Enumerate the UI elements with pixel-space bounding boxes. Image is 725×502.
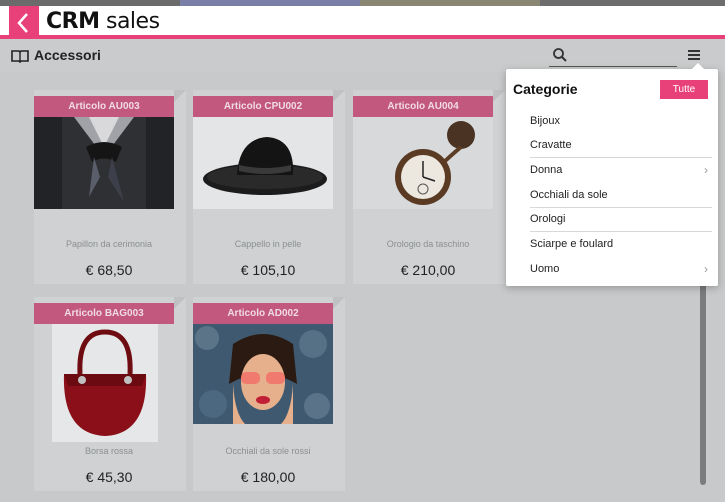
product-card[interactable]: Articolo AU003 Papillon da cerimonia € 6… — [34, 90, 186, 284]
category-label: Occhiali da sole — [530, 189, 608, 201]
category-item-sciarpe-e-foulard[interactable]: Sciarpe e foulard — [530, 232, 712, 257]
product-card[interactable]: Articolo BAG003 Borsa rossa € 45,30 — [34, 297, 186, 491]
product-name: Papillon da cerimonia — [65, 239, 153, 249]
product-code: Articolo BAG003 — [34, 303, 174, 324]
categories-popup: Categorie Tutte Bijoux Cravatte Donna › … — [506, 63, 718, 286]
app-title-bold: CRM — [46, 9, 100, 34]
product-price: € 210,00 — [400, 262, 456, 278]
category-item-bijoux[interactable]: Bijoux — [530, 109, 712, 134]
product-name: Cappello in pelle — [234, 239, 302, 249]
app-header: CRM sales — [0, 6, 725, 39]
product-image — [193, 117, 333, 209]
product-image — [353, 117, 493, 209]
category-item-orologi[interactable]: Orologi — [530, 207, 712, 232]
category-label: Cravatte — [530, 139, 572, 151]
category-label: Sciarpe e foulard — [530, 238, 614, 250]
product-card[interactable]: Articolo AD002 Occhiali da sole rossi € … — [193, 297, 345, 491]
category-label: Orologi — [530, 213, 566, 225]
category-item-cravatte[interactable]: Cravatte — [530, 133, 712, 158]
product-image — [193, 324, 333, 424]
chevron-left-icon — [17, 13, 28, 33]
product-image — [34, 117, 174, 209]
section-bar: Accessori — [0, 39, 725, 72]
product-code: Articolo AD002 — [193, 303, 333, 324]
product-price: € 68,50 — [85, 262, 133, 278]
product-card[interactable]: Articolo CPU002 Cappello in pelle € 105,… — [193, 90, 345, 284]
category-label: Bijoux — [530, 115, 560, 127]
product-image — [52, 324, 158, 442]
search-icon — [553, 48, 567, 62]
search-box[interactable] — [549, 45, 677, 67]
product-name: Occhiali da sole rossi — [225, 446, 311, 456]
category-label: Uomo — [530, 263, 560, 275]
book-icon — [11, 50, 29, 63]
search-input[interactable] — [573, 47, 673, 65]
section-title: Accessori — [34, 47, 101, 63]
back-button[interactable] — [9, 6, 39, 39]
chevron-right-icon: › — [704, 262, 708, 276]
category-item-occhiali-da-sole[interactable]: Occhiali da sole — [530, 183, 712, 208]
product-price: € 180,00 — [240, 469, 296, 485]
category-item-donna[interactable]: Donna › — [530, 158, 712, 183]
product-card[interactable]: Articolo AU004 Orologio da taschino € 21… — [353, 90, 505, 284]
category-item-uomo[interactable]: Uomo › — [530, 257, 712, 282]
category-label: Donna — [530, 164, 563, 176]
app-title-light: sales — [105, 9, 160, 34]
product-code: Articolo CPU002 — [193, 96, 333, 117]
product-price: € 45,30 — [85, 469, 133, 485]
product-name: Orologio da taschino — [386, 239, 470, 249]
product-price: € 105,10 — [240, 262, 296, 278]
app-title: CRM sales — [46, 9, 160, 34]
product-code: Articolo AU003 — [34, 96, 174, 117]
popup-title: Categorie — [513, 81, 578, 97]
product-code: Articolo AU004 — [353, 96, 493, 117]
chevron-right-icon: › — [704, 163, 708, 177]
all-categories-button[interactable]: Tutte — [660, 80, 708, 99]
product-name: Borsa rossa — [84, 446, 134, 456]
